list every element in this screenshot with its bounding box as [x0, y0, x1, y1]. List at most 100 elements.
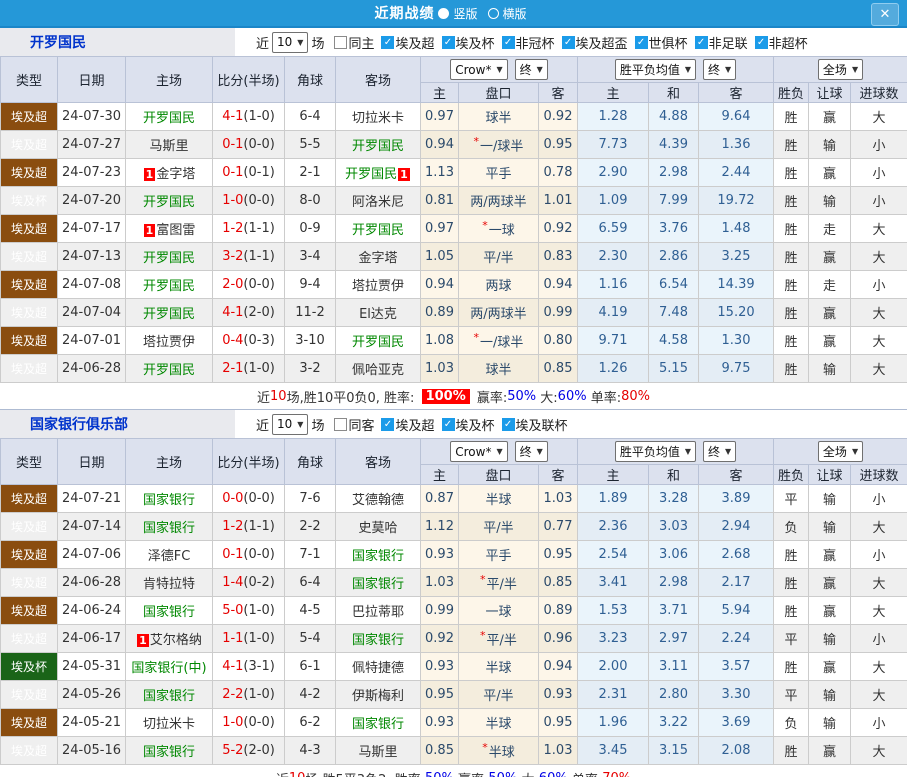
halftime-score: (1-0) — [243, 687, 274, 702]
close-button[interactable]: ✕ — [871, 3, 899, 26]
away-odds-cell: 0.85 — [539, 569, 578, 597]
goals-result-cell: 大 — [851, 653, 907, 681]
handicap-star-icon: * — [474, 135, 480, 148]
league-checkbox[interactable]: ✓非冠杯 — [502, 33, 555, 52]
league-checkbox[interactable]: ✓非足联 — [695, 33, 748, 52]
col-corner: 角球 — [285, 57, 336, 103]
recent-count-select[interactable]: 10▼ — [272, 414, 308, 435]
goals-result-cell: 小 — [851, 131, 907, 159]
score-cell: 0-1(0-1) — [213, 159, 285, 187]
goals-result-cell: 大 — [851, 103, 907, 131]
fulltime-score: 2-1 — [222, 361, 243, 376]
radio-vertical-icon[interactable] — [438, 8, 449, 19]
home-odds-cell: 1.05 — [421, 243, 459, 271]
fulltime-score: 0-4 — [222, 333, 243, 348]
handicap-result-cell: 赢 — [809, 299, 851, 327]
score-cell: 3-2(1-1) — [213, 243, 285, 271]
radio-vertical-label[interactable]: 竖版 — [453, 5, 477, 22]
league-checkbox[interactable]: ✓埃及杯 — [442, 415, 495, 434]
match-row: 埃及超24-07-08开罗国民2-0(0-0)9-4塔拉贾伊0.94两球0.94… — [1, 271, 907, 299]
home-odds-cell: 0.99 — [421, 597, 459, 625]
col-home-odds: 主 — [421, 83, 459, 103]
avg-time-select[interactable]: 终▼ — [703, 59, 736, 80]
league-checkbox[interactable]: ✓非超杯 — [755, 33, 808, 52]
halftime-score: (0-0) — [243, 491, 274, 506]
odds-time-select[interactable]: 终▼ — [515, 59, 548, 80]
home-team-cell: 泽德FC — [126, 541, 213, 569]
result-cell: 胜 — [774, 159, 809, 187]
home-odds-cell: 0.89 — [421, 299, 459, 327]
col-type: 类型 — [1, 439, 58, 485]
handicap-cell: 半球 — [459, 485, 539, 513]
handicap-star-icon: * — [480, 573, 486, 586]
avg-time-select[interactable]: 终▼ — [703, 441, 736, 462]
match-row: 埃及超24-06-28肯特拉特1-4(0-2)6-4国家银行1.03*平/半0.… — [1, 569, 907, 597]
same-venue-checkbox[interactable]: 同主 — [334, 33, 374, 52]
league-checkbox[interactable]: ✓埃及杯 — [442, 33, 495, 52]
halftime-score: (2-0) — [243, 743, 274, 758]
avg-lose-cell: 9.64 — [699, 103, 774, 131]
col-away-odds: 客 — [539, 83, 578, 103]
results-table: 类型日期主场比分(半场)角球客场Crow*▼终▼胜平负均值▼终▼全场▼主盘口客主… — [0, 56, 907, 383]
company-select[interactable]: Crow*▼ — [450, 441, 507, 462]
score-cell: 5-2(2-0) — [213, 737, 285, 765]
home-odds-cell: 1.12 — [421, 513, 459, 541]
home-team-cell: 1富图雷 — [126, 215, 213, 243]
scope-select[interactable]: 全场▼ — [818, 59, 863, 80]
col-away: 客场 — [336, 57, 421, 103]
match-row: 埃及超24-07-14国家银行1-2(1-1)2-2史莫哈1.12平/半0.77… — [1, 513, 907, 541]
chevron-down-icon: ▼ — [537, 447, 543, 456]
home-team-name: 开罗国民 — [143, 251, 195, 266]
league-checkbox[interactable]: ✓埃及超盃 — [562, 33, 628, 52]
away-odds-cell: 0.95 — [539, 131, 578, 159]
radio-horizontal-label[interactable]: 横版 — [503, 5, 527, 22]
league-checkbox[interactable]: ✓埃及联杯 — [502, 415, 568, 434]
same-venue-checkbox[interactable]: 同客 — [334, 415, 374, 434]
date-cell: 24-05-21 — [58, 709, 126, 737]
goals-result-cell: 大 — [851, 513, 907, 541]
summary-part: 60% — [558, 389, 587, 404]
handicap-result-cell: 赢 — [809, 243, 851, 271]
corner-cell: 2-1 — [285, 159, 336, 187]
league-checkbox-label: 埃及超盃 — [576, 33, 628, 52]
away-team-name: 佩哈亚克 — [352, 363, 404, 378]
away-odds-cell: 0.94 — [539, 653, 578, 681]
chevron-down-icon: ▼ — [297, 38, 303, 47]
goals-result-cell: 大 — [851, 215, 907, 243]
metric-select[interactable]: 胜平负均值▼ — [615, 441, 696, 462]
recent-count-select[interactable]: 10▼ — [272, 32, 308, 53]
fulltime-score: 5-2 — [222, 743, 243, 758]
games-label: 场 — [311, 415, 324, 434]
match-row: 埃及超24-07-04开罗国民4-1(2-0)11-2El达克0.89两/两球半… — [1, 299, 907, 327]
goals-result-cell: 大 — [851, 327, 907, 355]
col-score: 比分(半场) — [213, 439, 285, 485]
league-checkbox[interactable]: ✓埃及超 — [381, 33, 434, 52]
col-date: 日期 — [58, 57, 126, 103]
away-team-name: 史莫哈 — [358, 521, 397, 536]
odds-time-select[interactable]: 终▼ — [515, 441, 548, 462]
date-cell: 24-07-01 — [58, 327, 126, 355]
home-team-name: 切拉米卡 — [143, 717, 195, 732]
avg-lose-cell: 2.94 — [699, 513, 774, 541]
scope-select[interactable]: 全场▼ — [818, 441, 863, 462]
handicap-cell: 两/两球半 — [459, 187, 539, 215]
handicap-value: 两/两球半 — [470, 195, 526, 210]
radio-horizontal-icon[interactable] — [488, 8, 499, 19]
metric-select[interactable]: 胜平负均值▼ — [615, 59, 696, 80]
avg-lose-cell: 2.68 — [699, 541, 774, 569]
league-checkbox[interactable]: ✓埃及超 — [381, 415, 434, 434]
summary-part: 10 — [270, 389, 287, 404]
away-odds-cell: 0.95 — [539, 709, 578, 737]
type-cell: 埃及超 — [1, 103, 58, 131]
away-team-cell: 开罗国民 — [336, 131, 421, 159]
date-cell: 24-07-21 — [58, 485, 126, 513]
date-cell: 24-07-14 — [58, 513, 126, 541]
away-odds-cell: 0.78 — [539, 159, 578, 187]
match-row: 埃及超24-06-171艾尔格纳1-1(1-0)5-4国家银行0.92*平/半0… — [1, 625, 907, 653]
handicap-value: 平手 — [485, 549, 511, 564]
avg-draw-cell: 2.80 — [649, 681, 699, 709]
handicap-result-cell: 走 — [809, 271, 851, 299]
league-checkbox[interactable]: ✓世俱杯 — [635, 33, 688, 52]
avg-win-cell: 2.36 — [578, 513, 649, 541]
company-select[interactable]: Crow*▼ — [450, 59, 507, 80]
